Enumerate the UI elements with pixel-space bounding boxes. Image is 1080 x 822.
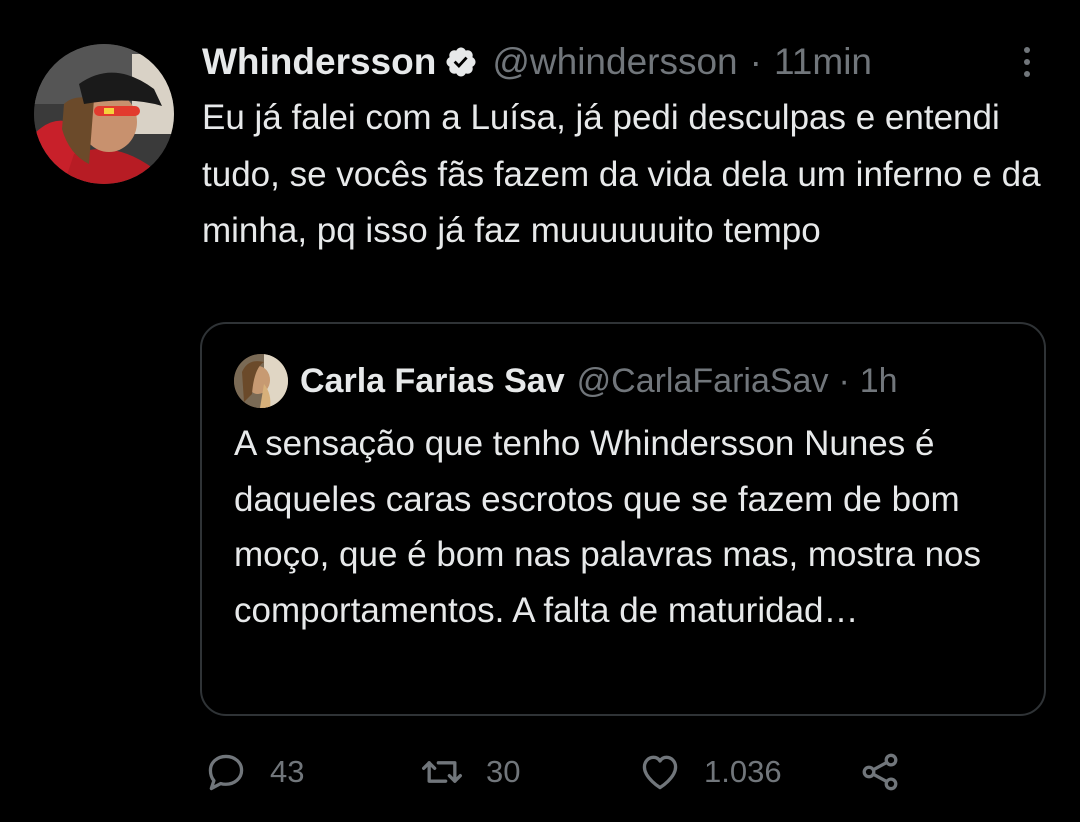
reply-button[interactable]: 43 <box>204 748 304 796</box>
more-vertical-icon[interactable] <box>1012 40 1042 84</box>
quoted-author-handle: @CarlaFariaSav <box>576 361 829 400</box>
reply-icon <box>208 754 244 791</box>
retweet-button[interactable]: 30 <box>420 748 520 796</box>
tweet-header: Whindersson @whindersson · 11min <box>202 38 872 86</box>
quoted-tweet[interactable]: Carla Farias Sav @CarlaFariaSav · 1h A s… <box>200 322 1046 716</box>
author-handle[interactable]: @whindersson <box>492 41 737 83</box>
quoted-tweet-header: Carla Farias Sav @CarlaFariaSav · 1h <box>234 354 898 408</box>
reply-count: 43 <box>270 754 305 789</box>
like-count: 1.036 <box>704 754 782 789</box>
tweet-actions: 43 30 1.036 <box>202 748 922 796</box>
share-icon <box>862 753 898 791</box>
quoted-tweet-text: A sensação que tenho Whindersson Nunes é… <box>234 424 982 630</box>
quoted-tweet-timestamp: 1h <box>859 361 898 400</box>
separator-dot: · <box>838 361 850 400</box>
heart-icon <box>642 755 678 790</box>
tweet-card[interactable]: Whindersson @whindersson · 11min Eu já f… <box>0 0 1080 822</box>
verified-badge-icon <box>444 45 478 79</box>
retweet-count: 30 <box>486 754 521 789</box>
retweet-icon <box>422 761 462 783</box>
quoted-author-avatar <box>234 354 288 408</box>
separator-dot: · <box>749 41 762 82</box>
tweet-text: Eu já falei com a Luísa, já pedi desculp… <box>202 98 1041 250</box>
author-avatar[interactable] <box>34 44 174 184</box>
author-display-name[interactable]: Whindersson <box>202 41 436 83</box>
like-button[interactable]: 1.036 <box>638 748 782 796</box>
user-avatar-image <box>34 44 174 184</box>
tweet-timestamp[interactable]: 11min <box>774 41 872 83</box>
quoted-author-display-name: Carla Farias Sav <box>300 361 565 400</box>
share-button[interactable] <box>858 748 902 796</box>
user-avatar-image <box>234 354 288 408</box>
